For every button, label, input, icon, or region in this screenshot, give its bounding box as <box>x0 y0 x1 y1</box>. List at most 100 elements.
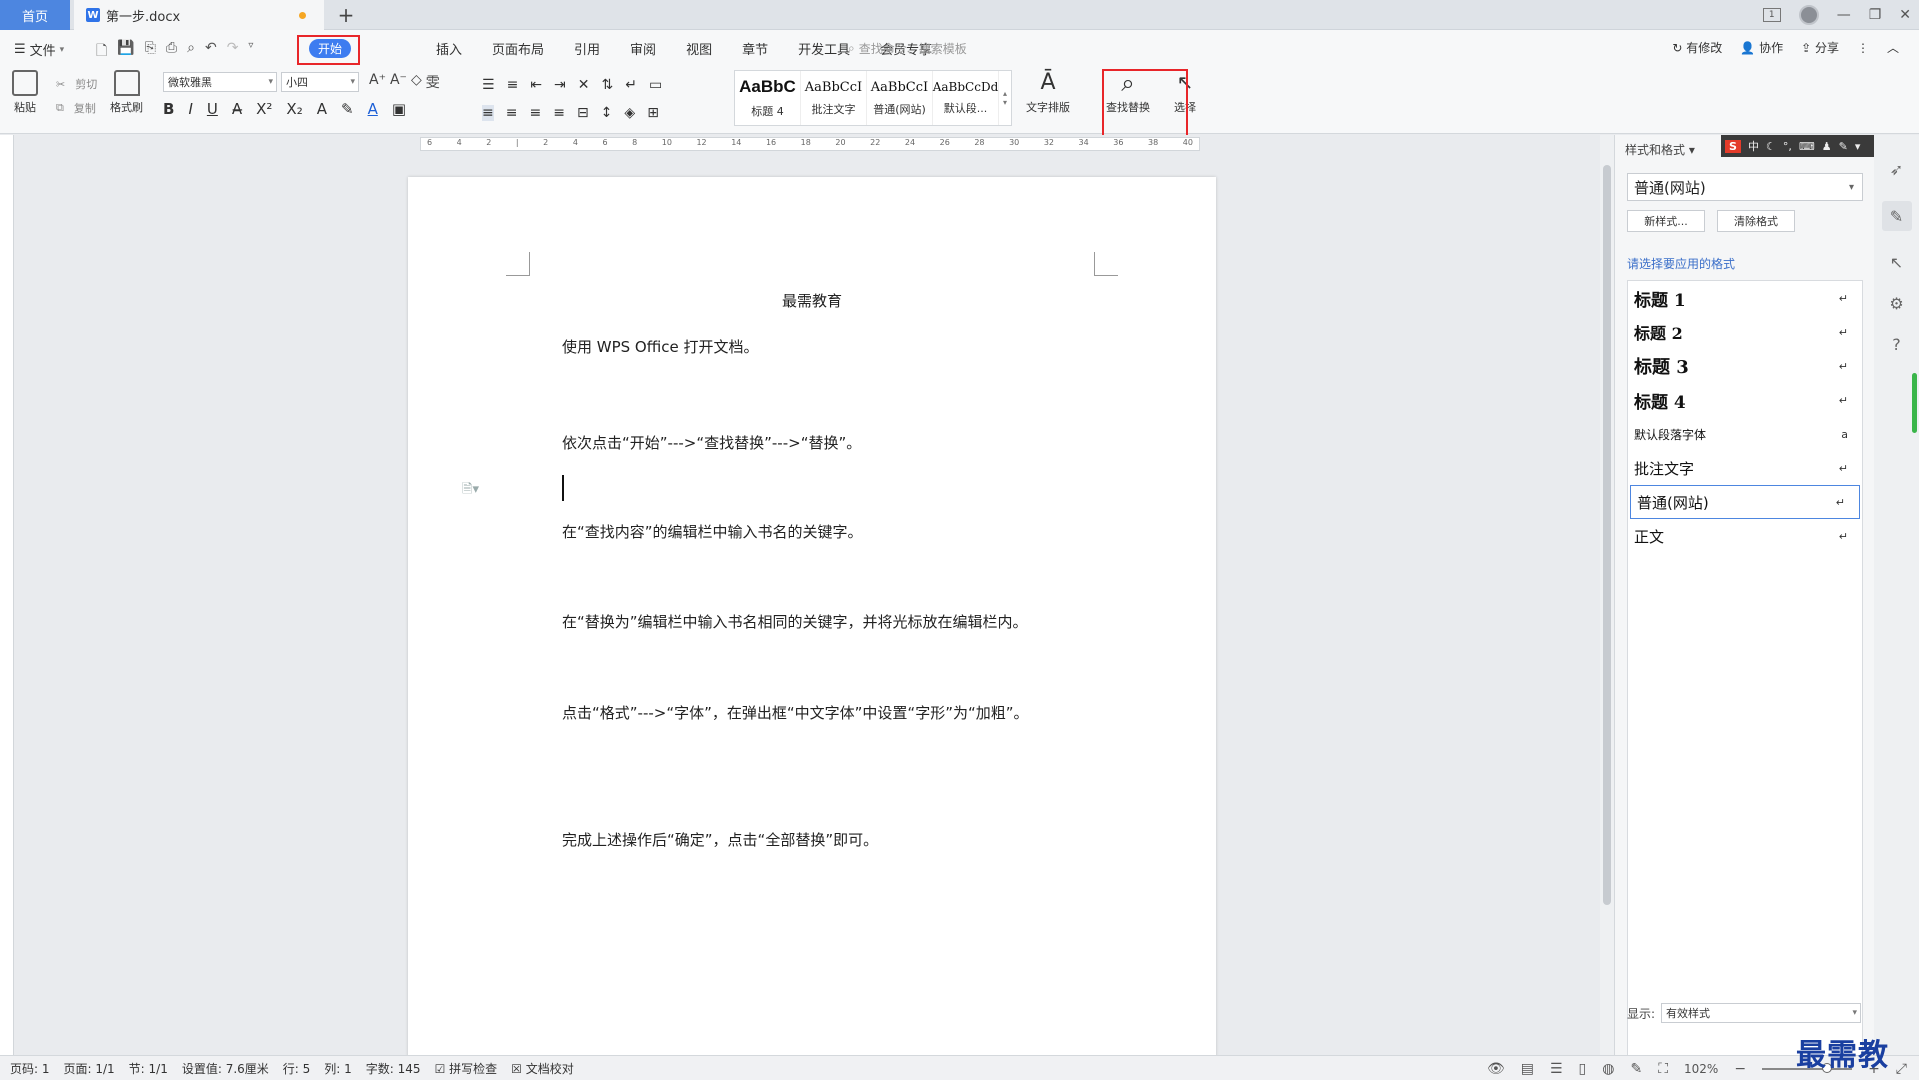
close-icon[interactable]: ✕ <box>1899 7 1911 23</box>
italic-icon[interactable]: I <box>188 100 192 118</box>
ime-chinese-icon[interactable]: 中 <box>1748 138 1759 154</box>
share-button[interactable]: ⇪ 分享 <box>1801 39 1839 56</box>
new-tab-button[interactable]: + <box>334 3 358 27</box>
spell-check-button[interactable]: ☑ 拼写检查 <box>435 1060 498 1077</box>
rocket-icon[interactable]: ➶ <box>1890 160 1903 179</box>
text-layout-button[interactable]: Ā 文字排版 <box>1026 70 1070 115</box>
distributed-icon[interactable]: ⊟ <box>577 105 589 121</box>
tab-developer[interactable]: 开发工具 <box>798 39 850 58</box>
numbered-list-icon[interactable]: ≡ <box>507 77 519 93</box>
revision-button[interactable]: ↻ 有修改 <box>1672 39 1722 56</box>
tab-section[interactable]: 章节 <box>742 39 768 58</box>
save-icon[interactable]: 💾 <box>117 40 134 64</box>
style-item-default-font[interactable]: 默认段落字体 a <box>1628 417 1862 451</box>
sort-icon[interactable]: ⇅ <box>602 77 614 93</box>
zoom-value[interactable]: 102% <box>1684 1062 1718 1076</box>
font-name-select[interactable]: 微软雅黑 <box>163 72 277 92</box>
line-spacing-icon[interactable]: ↕ <box>601 105 613 121</box>
export-icon[interactable]: ⎘ <box>145 40 156 64</box>
outline-view-icon[interactable]: ☰ <box>1550 1061 1563 1077</box>
status-setting[interactable]: 设置值: 7.6厘米 <box>182 1060 269 1077</box>
copy-button[interactable]: 复制 <box>74 100 96 116</box>
ime-tools-icon[interactable]: ✎ <box>1839 140 1848 153</box>
file-menu[interactable]: ☰ 文件 ▾ <box>14 40 64 59</box>
vertical-scrollbar[interactable] <box>1600 135 1614 1055</box>
page-count-badge[interactable]: 1 <box>1762 8 1781 22</box>
clear-format-button[interactable]: 清除格式 <box>1717 210 1795 232</box>
style-heading4[interactable]: AaBbC 标题 4 <box>735 71 801 125</box>
justify-icon[interactable]: ≡ <box>553 105 565 121</box>
proofread-button[interactable]: ☒ 文档校对 <box>511 1060 574 1077</box>
avatar[interactable] <box>1798 5 1819 25</box>
minimize-icon[interactable]: — <box>1837 7 1851 23</box>
ime-menu-icon[interactable]: ▾ <box>1855 140 1861 153</box>
grow-font-icon[interactable]: A⁺ <box>369 72 386 92</box>
style-normal-web[interactable]: AaBbCcI 普通(网站) <box>867 71 933 125</box>
page-view-icon[interactable]: ▤ <box>1521 1061 1534 1077</box>
ime-moon-icon[interactable]: ☾ <box>1766 140 1776 153</box>
print-icon[interactable]: ⎙ <box>166 40 177 64</box>
subscript-icon[interactable]: X₂ <box>286 100 302 118</box>
style-item-comment-text[interactable]: 批注文字 ↵ <box>1628 451 1862 485</box>
font-size-select[interactable]: 小四 <box>281 72 359 92</box>
align-right-icon[interactable]: ≡ <box>529 105 541 121</box>
properties-icon[interactable]: ⚙ <box>1889 294 1903 313</box>
ime-keyboard-icon[interactable]: ⌨ <box>1799 140 1815 153</box>
clear-format-icon[interactable]: ◇ <box>411 72 422 92</box>
style-item-heading4[interactable]: 标题 4 ↵ <box>1628 383 1862 417</box>
pinyin-icon[interactable]: 雯 <box>426 72 440 92</box>
style-item-heading2[interactable]: 标题 2 ↵ <box>1628 315 1862 349</box>
chinese-layout-icon[interactable]: ✕ <box>578 77 590 93</box>
status-pages[interactable]: 页面: 1/1 <box>64 1060 115 1077</box>
style-filter-select[interactable]: 有效样式 <box>1661 1003 1862 1023</box>
styles-pane-title[interactable]: 样式和格式 ▾ <box>1625 141 1695 158</box>
tab-references[interactable]: 引用 <box>574 39 600 58</box>
document-page[interactable]: 最需教育 使用 WPS Office 打开文档。 依次点击“开始”--->“查找… <box>408 177 1216 1057</box>
current-style-select[interactable]: 普通(网站) <box>1627 173 1863 201</box>
style-item-heading3[interactable]: 标题 3 ↵ <box>1628 349 1862 383</box>
scrollbar-thumb[interactable] <box>1603 165 1611 905</box>
show-marks-icon[interactable]: ↵ <box>625 77 637 93</box>
font-color-icon[interactable]: A <box>368 100 378 118</box>
ime-punct-icon[interactable]: °, <box>1783 140 1792 153</box>
highlight-icon[interactable]: ✎ <box>341 100 354 118</box>
new-style-button[interactable]: 新样式... <box>1627 210 1705 232</box>
restore-icon[interactable]: ❐ <box>1869 7 1882 23</box>
select-pane-icon[interactable]: ↖ <box>1890 253 1903 272</box>
align-left-icon[interactable]: ≡ <box>482 105 494 121</box>
table-icon[interactable]: ▭ <box>649 77 662 93</box>
status-words[interactable]: 字数: 145 <box>366 1060 421 1077</box>
status-section[interactable]: 节: 1/1 <box>129 1060 168 1077</box>
more-icon[interactable]: ⋮ <box>1857 41 1869 55</box>
text-effect-icon[interactable]: A <box>317 100 327 118</box>
char-border-icon[interactable]: ▣ <box>392 100 406 118</box>
gallery-scroll[interactable]: ▴ ▾ <box>999 71 1011 125</box>
bullet-list-icon[interactable]: ☰ <box>482 77 495 93</box>
status-page-number[interactable]: 页码: 1 <box>10 1060 50 1077</box>
help-icon[interactable]: ? <box>1892 335 1901 354</box>
increase-indent-icon[interactable]: ⇥ <box>554 77 566 93</box>
tab-page-layout[interactable]: 页面布局 <box>492 39 544 58</box>
write-mode-icon[interactable]: ✎ <box>1630 1061 1642 1077</box>
bold-icon[interactable]: B <box>163 100 174 118</box>
vertical-ruler[interactable] <box>0 135 14 1055</box>
home-tab[interactable]: 首页 <box>0 0 70 30</box>
collaborate-button[interactable]: 👤 协作 <box>1740 39 1783 56</box>
print-preview-icon[interactable]: ⌕ <box>187 40 195 64</box>
zoom-out-icon[interactable]: − <box>1734 1061 1746 1077</box>
document-tab[interactable]: W 第一步.docx <box>74 0 324 30</box>
eye-protect-icon[interactable]: 👁 <box>1487 1061 1505 1077</box>
collapse-ribbon-icon[interactable]: ︿ <box>1887 39 1899 56</box>
shrink-font-icon[interactable]: A⁻ <box>390 72 407 92</box>
web-view-icon[interactable]: ◍ <box>1602 1061 1614 1077</box>
shading-icon[interactable]: ◈ <box>624 105 635 121</box>
redo-icon[interactable]: ↷ <box>227 40 239 64</box>
align-center-icon[interactable]: ≡ <box>506 105 518 121</box>
read-view-icon[interactable]: ▯ <box>1579 1061 1587 1077</box>
horizontal-ruler[interactable]: 6 4 2 | 2 4 6 8 10 12 14 16 18 20 22 24 26 28 30 32 34 36 38 40 <box>0 135 1600 153</box>
customize-icon[interactable]: ▿ <box>248 40 253 64</box>
paste-button[interactable]: 粘贴 <box>12 70 38 115</box>
style-comment-text[interactable]: AaBbCcI 批注文字 <box>801 71 867 125</box>
style-item-heading1[interactable]: 标题 1 ↵ <box>1628 281 1862 315</box>
tab-view[interactable]: 视图 <box>686 39 712 58</box>
